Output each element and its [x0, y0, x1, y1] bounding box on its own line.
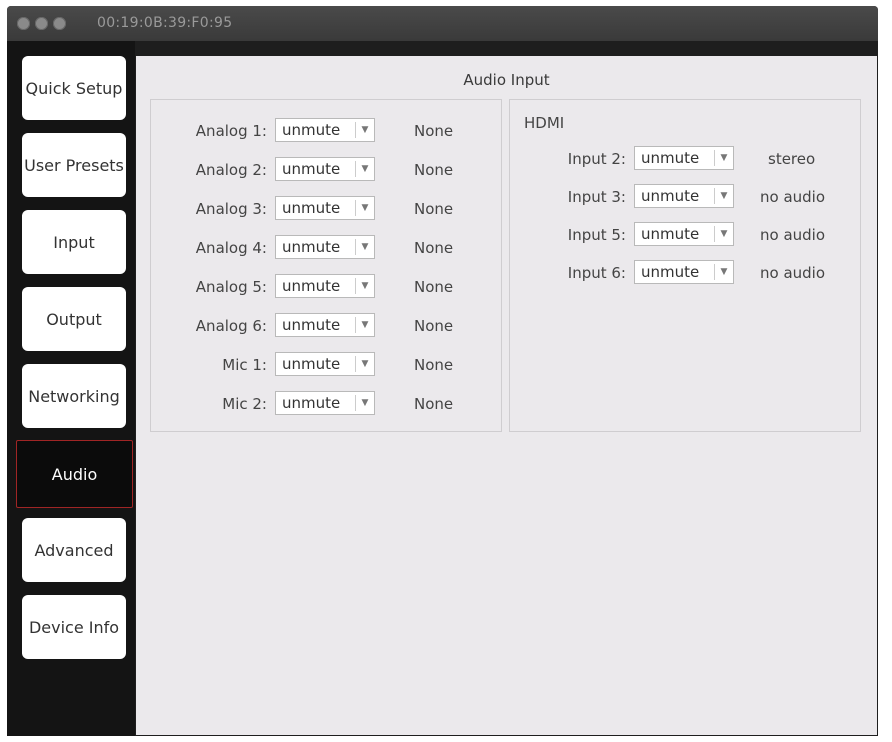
audio-status: None	[414, 278, 454, 296]
audio-panel: Audio Input Analog 1: unmute ▼ None Analo…	[136, 56, 877, 735]
chevron-down-icon: ▼	[355, 239, 374, 255]
nav-networking[interactable]: Networking	[22, 364, 126, 428]
hdmi-title: HDMI	[524, 114, 565, 132]
chevron-down-icon: ▼	[355, 356, 374, 372]
nav-quick-setup[interactable]: Quick Setup	[22, 56, 126, 120]
mic-row: Mic 2: unmute ▼ None	[151, 391, 501, 417]
nav-user-presets[interactable]: User Presets	[22, 133, 126, 197]
hdmi-row: Input 2: unmute ▼ stereo	[510, 146, 860, 172]
row-label: Analog 3:	[195, 200, 267, 218]
audio-status: None	[414, 317, 454, 335]
sidebar: Quick Setup User Presets Input Output Ne…	[7, 41, 135, 736]
mute-select[interactable]: unmute ▼	[634, 146, 734, 170]
row-label: Analog 6:	[195, 317, 267, 335]
row-label: Input 5:	[567, 226, 626, 244]
row-label: Mic 1:	[222, 356, 267, 374]
app-window: 00:19:0B:39:F0:95 Quick Setup User Prese…	[7, 6, 878, 736]
audio-status: None	[414, 356, 454, 374]
analog-row: Analog 4: unmute ▼ None	[151, 235, 501, 261]
analog-group: Analog 1: unmute ▼ None Analog 2: unmute ▼…	[150, 99, 502, 432]
row-label: Analog 1:	[195, 122, 267, 140]
chevron-down-icon: ▼	[355, 395, 374, 411]
row-label: Input 2:	[567, 150, 626, 168]
mic-row: Mic 1: unmute ▼ None	[151, 352, 501, 378]
chevron-down-icon: ▼	[355, 200, 374, 216]
title-bar: 00:19:0B:39:F0:95	[7, 6, 878, 41]
row-label: Analog 5:	[195, 278, 267, 296]
mute-select[interactable]: unmute ▼	[275, 235, 375, 259]
row-label: Input 6:	[567, 264, 626, 282]
row-label: Analog 4:	[195, 239, 267, 257]
mute-select[interactable]: unmute ▼	[275, 391, 375, 415]
audio-status: None	[414, 395, 454, 413]
chevron-down-icon: ▼	[355, 317, 374, 333]
mute-select[interactable]: unmute ▼	[275, 118, 375, 142]
mute-select[interactable]: unmute ▼	[634, 222, 734, 246]
hdmi-group: HDMI Input 2: unmute ▼ stereo Input 3: un…	[509, 99, 861, 432]
analog-row: Analog 6: unmute ▼ None	[151, 313, 501, 339]
nav-advanced[interactable]: Advanced	[22, 518, 126, 582]
audio-status: None	[414, 200, 454, 218]
analog-row: Analog 1: unmute ▼ None	[151, 118, 501, 144]
nav-device-info[interactable]: Device Info	[22, 595, 126, 659]
audio-status: None	[414, 239, 454, 257]
row-label: Analog 2:	[195, 161, 267, 179]
chevron-down-icon: ▼	[714, 188, 733, 204]
nav-input[interactable]: Input	[22, 210, 126, 274]
audio-status: None	[414, 161, 454, 179]
audio-status: no audio	[760, 226, 826, 244]
nav-output[interactable]: Output	[22, 287, 126, 351]
audio-status: no audio	[760, 188, 826, 206]
chevron-down-icon: ▼	[714, 226, 733, 242]
page-title: Audio Input	[463, 71, 550, 89]
audio-status: no audio	[760, 264, 826, 282]
analog-row: Analog 3: unmute ▼ None	[151, 196, 501, 222]
chevron-down-icon: ▼	[355, 122, 374, 138]
chevron-down-icon: ▼	[714, 264, 733, 280]
minimize-window-icon[interactable]	[35, 17, 48, 30]
nav-audio[interactable]: Audio	[16, 440, 133, 508]
mute-select[interactable]: unmute ▼	[275, 196, 375, 220]
mute-select[interactable]: unmute ▼	[275, 157, 375, 181]
analog-row: Analog 2: unmute ▼ None	[151, 157, 501, 183]
row-label: Mic 2:	[222, 395, 267, 413]
analog-row: Analog 5: unmute ▼ None	[151, 274, 501, 300]
hdmi-row: Input 3: unmute ▼ no audio	[510, 184, 860, 210]
chevron-down-icon: ▼	[355, 161, 374, 177]
hdmi-row: Input 6: unmute ▼ no audio	[510, 260, 860, 286]
maximize-window-icon[interactable]	[53, 17, 66, 30]
audio-status: None	[414, 122, 454, 140]
hdmi-row: Input 5: unmute ▼ no audio	[510, 222, 860, 248]
mute-select[interactable]: unmute ▼	[634, 260, 734, 284]
chevron-down-icon: ▼	[714, 150, 733, 166]
window-title: 00:19:0B:39:F0:95	[97, 15, 233, 31]
close-window-icon[interactable]	[17, 17, 30, 30]
mute-select[interactable]: unmute ▼	[275, 274, 375, 298]
mute-select[interactable]: unmute ▼	[275, 313, 375, 337]
audio-status: stereo	[768, 150, 816, 168]
mute-select[interactable]: unmute ▼	[275, 352, 375, 376]
mute-select[interactable]: unmute ▼	[634, 184, 734, 208]
row-label: Input 3:	[567, 188, 626, 206]
chevron-down-icon: ▼	[355, 278, 374, 294]
